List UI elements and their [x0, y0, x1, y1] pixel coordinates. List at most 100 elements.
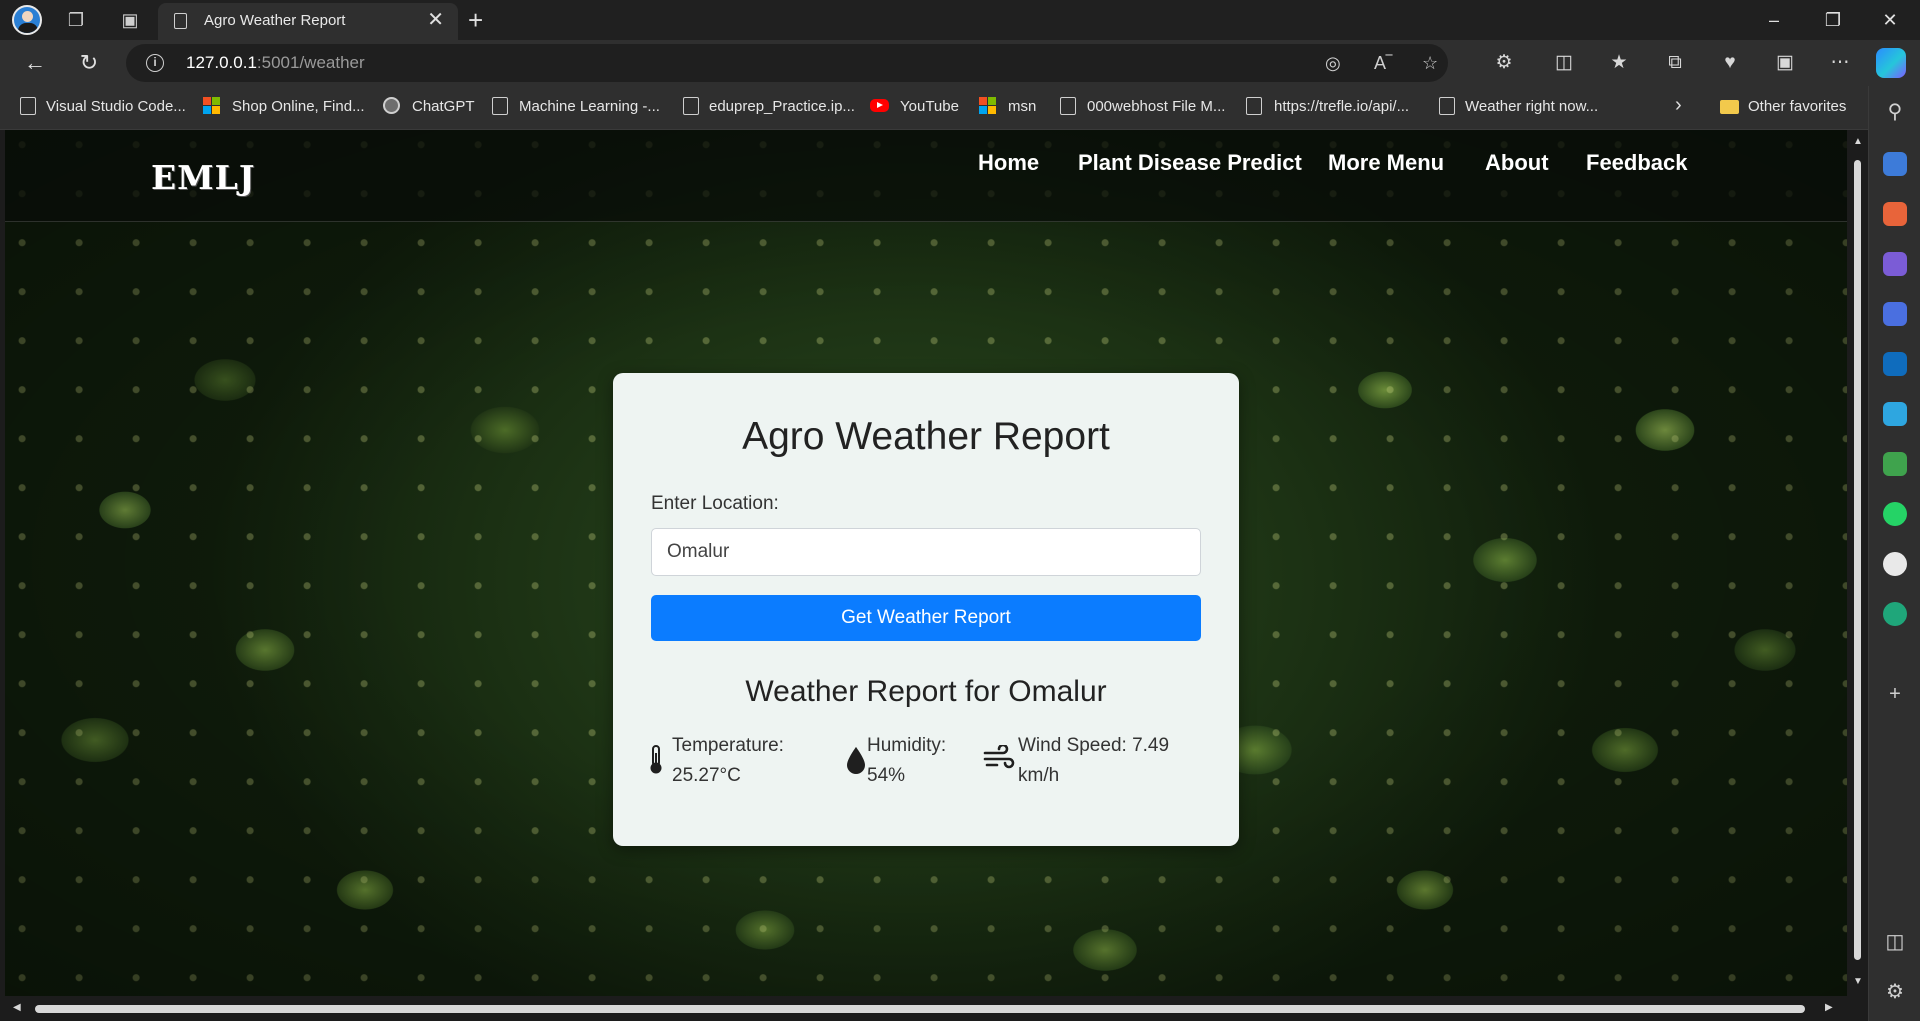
page-icon — [1439, 97, 1455, 115]
games-icon[interactable] — [1883, 252, 1907, 276]
extensions-icon[interactable]: ⚙ — [1489, 50, 1519, 76]
tree-icon[interactable] — [1883, 452, 1907, 476]
weather-card: Agro Weather Report Enter Location: Get … — [613, 373, 1239, 846]
favorites-icon[interactable]: ★ — [1604, 50, 1634, 76]
search-icon[interactable]: ⚲ — [1883, 100, 1907, 124]
thermometer-icon — [650, 745, 662, 774]
browser-titlebar: ❐ ▣ Agro Weather Report ✕ + – ❐ ✕ — [0, 0, 1920, 40]
read-aloud-icon[interactable]: A‾ — [1374, 52, 1392, 74]
scroll-right-icon[interactable]: ▶ — [1825, 1002, 1833, 1013]
site-logo[interactable]: EMLJ — [151, 158, 256, 197]
bookmark-000webhost[interactable]: 000webhost File M... — [1087, 98, 1225, 115]
edge-sidebar: ⚲ + ◫ ⚙ — [1868, 86, 1920, 1021]
bookmarks-bar: Visual Studio Code... Shop Online, Find.… — [0, 86, 1868, 130]
browser-tab[interactable]: Agro Weather Report ✕ — [158, 3, 458, 40]
nav-feedback[interactable]: Feedback — [1586, 150, 1688, 176]
bookmark-youtube[interactable]: YouTube — [900, 98, 959, 115]
browser-toolbar: ← ↻ i 127.0.0.1:5001/weather ◎ A‾ ☆ ⚙ ◫ … — [0, 40, 1920, 86]
workspaces-icon[interactable]: ❐ — [64, 8, 88, 32]
copilot-app-icon[interactable] — [1883, 302, 1907, 326]
msn-icon — [979, 97, 996, 115]
temperature-stat: Temperature: 25.27°C — [672, 731, 784, 791]
settings-icon[interactable]: ⚙ — [1883, 980, 1907, 1004]
url-text[interactable]: 127.0.0.1:5001/weather — [186, 53, 365, 73]
site-navbar: EMLJ Home Plant Disease Predict More Men… — [5, 130, 1847, 222]
browser-essentials-icon[interactable]: ♥ — [1715, 50, 1745, 76]
humidity-stat: Humidity: 54% — [867, 731, 946, 791]
tab-title: Agro Weather Report — [204, 12, 346, 29]
app-icon[interactable] — [1883, 602, 1907, 626]
bookmark-trefle[interactable]: https://trefle.io/api/... — [1274, 98, 1409, 115]
web-page: EMLJ Home Plant Disease Predict More Men… — [5, 130, 1847, 996]
tag-icon[interactable] — [1883, 152, 1907, 176]
refresh-button[interactable]: ↻ — [74, 48, 104, 78]
report-title: Weather Report for Omalur — [745, 675, 1107, 708]
page-icon — [683, 97, 699, 115]
bookmark-shop-online[interactable]: Shop Online, Find... — [232, 98, 365, 115]
sidebar-toggle-icon[interactable]: ◫ — [1883, 930, 1907, 954]
horizontal-scrollbar[interactable]: ◀ ▶ — [5, 996, 1868, 1021]
close-tab-icon[interactable]: ✕ — [427, 9, 444, 31]
wind-icon — [983, 745, 1015, 769]
wind-speed-label: Wind Speed: 7.49 — [1018, 735, 1170, 756]
bookmark-visual-studio-code[interactable]: Visual Studio Code... — [46, 98, 186, 115]
toolbox-icon[interactable] — [1883, 202, 1907, 226]
humidity-drop-icon — [847, 747, 865, 774]
collections-icon[interactable]: ⧉ — [1660, 50, 1690, 76]
nav-plant-disease-predict[interactable]: Plant Disease Predict — [1078, 150, 1302, 176]
other-favorites[interactable]: Other favorites — [1748, 98, 1846, 115]
back-button[interactable]: ← — [20, 48, 50, 78]
close-window-button[interactable]: ✕ — [1870, 6, 1910, 34]
bookmark-weather[interactable]: Weather right now... — [1465, 98, 1598, 115]
nav-about[interactable]: About — [1485, 150, 1549, 176]
location-input[interactable] — [651, 528, 1201, 576]
tab-actions-icon[interactable]: ▣ — [118, 8, 142, 32]
minimize-button[interactable]: – — [1754, 6, 1794, 34]
page-icon — [1246, 97, 1262, 115]
whatsapp-icon[interactable] — [1883, 502, 1907, 526]
address-bar[interactable]: i 127.0.0.1:5001/weather ◎ A‾ ☆ — [126, 44, 1448, 82]
folder-icon — [1720, 100, 1739, 114]
wind-speed-stat: Wind Speed: 7.49 km/h — [1018, 731, 1169, 791]
restore-button[interactable]: ❐ — [1813, 6, 1853, 34]
bookmark-chatgpt[interactable]: ChatGPT — [412, 98, 475, 115]
telegram-icon[interactable] — [1883, 402, 1907, 426]
favorite-star-icon[interactable]: ☆ — [1422, 52, 1438, 74]
location-icon[interactable]: ◎ — [1325, 52, 1341, 74]
more-bookmarks-chevron-icon[interactable]: › — [1675, 94, 1682, 117]
bookmark-eduprep[interactable]: eduprep_Practice.ip... — [709, 98, 855, 115]
nav-more-menu[interactable]: More Menu — [1328, 150, 1444, 176]
nav-home[interactable]: Home — [978, 150, 1039, 176]
profile-avatar[interactable] — [12, 5, 42, 35]
vertical-scrollbar[interactable]: ▲ ▼ — [1847, 130, 1868, 996]
bookmark-msn[interactable]: msn — [1008, 98, 1036, 115]
horizontal-scroll-thumb[interactable] — [35, 1005, 1805, 1013]
page-icon — [492, 97, 508, 115]
location-label: Enter Location: — [651, 493, 779, 514]
chatgpt-sidebar-icon[interactable] — [1883, 552, 1907, 576]
chatgpt-icon — [383, 97, 400, 114]
humidity-label: Humidity: — [867, 735, 947, 756]
page-icon — [174, 13, 187, 29]
outlook-icon[interactable] — [1883, 352, 1907, 376]
humidity-value: 54% — [867, 765, 906, 786]
scroll-up-icon[interactable]: ▲ — [1853, 136, 1863, 147]
page-icon — [20, 97, 36, 115]
page-icon — [1060, 97, 1076, 115]
bookmark-machine-learning[interactable]: Machine Learning -... — [519, 98, 660, 115]
scroll-down-icon[interactable]: ▼ — [1853, 976, 1863, 987]
site-info-icon[interactable]: i — [146, 54, 164, 72]
copilot-icon[interactable] — [1876, 48, 1906, 78]
get-weather-report-button[interactable]: Get Weather Report — [651, 595, 1201, 641]
screenshot-icon[interactable]: ▣ — [1770, 50, 1800, 76]
temperature-label: Temperature: — [672, 735, 784, 756]
add-icon[interactable]: + — [1883, 682, 1907, 706]
wind-speed-unit: km/h — [1018, 765, 1060, 786]
vertical-scroll-thumb[interactable] — [1854, 160, 1861, 960]
temperature-value: 25.27°C — [672, 765, 741, 786]
new-tab-button[interactable]: + — [468, 4, 483, 36]
card-title: Agro Weather Report — [742, 415, 1110, 458]
scroll-left-icon[interactable]: ◀ — [13, 1002, 21, 1013]
more-menu-icon[interactable]: ⋯ — [1825, 50, 1855, 76]
split-screen-icon[interactable]: ◫ — [1549, 50, 1579, 76]
